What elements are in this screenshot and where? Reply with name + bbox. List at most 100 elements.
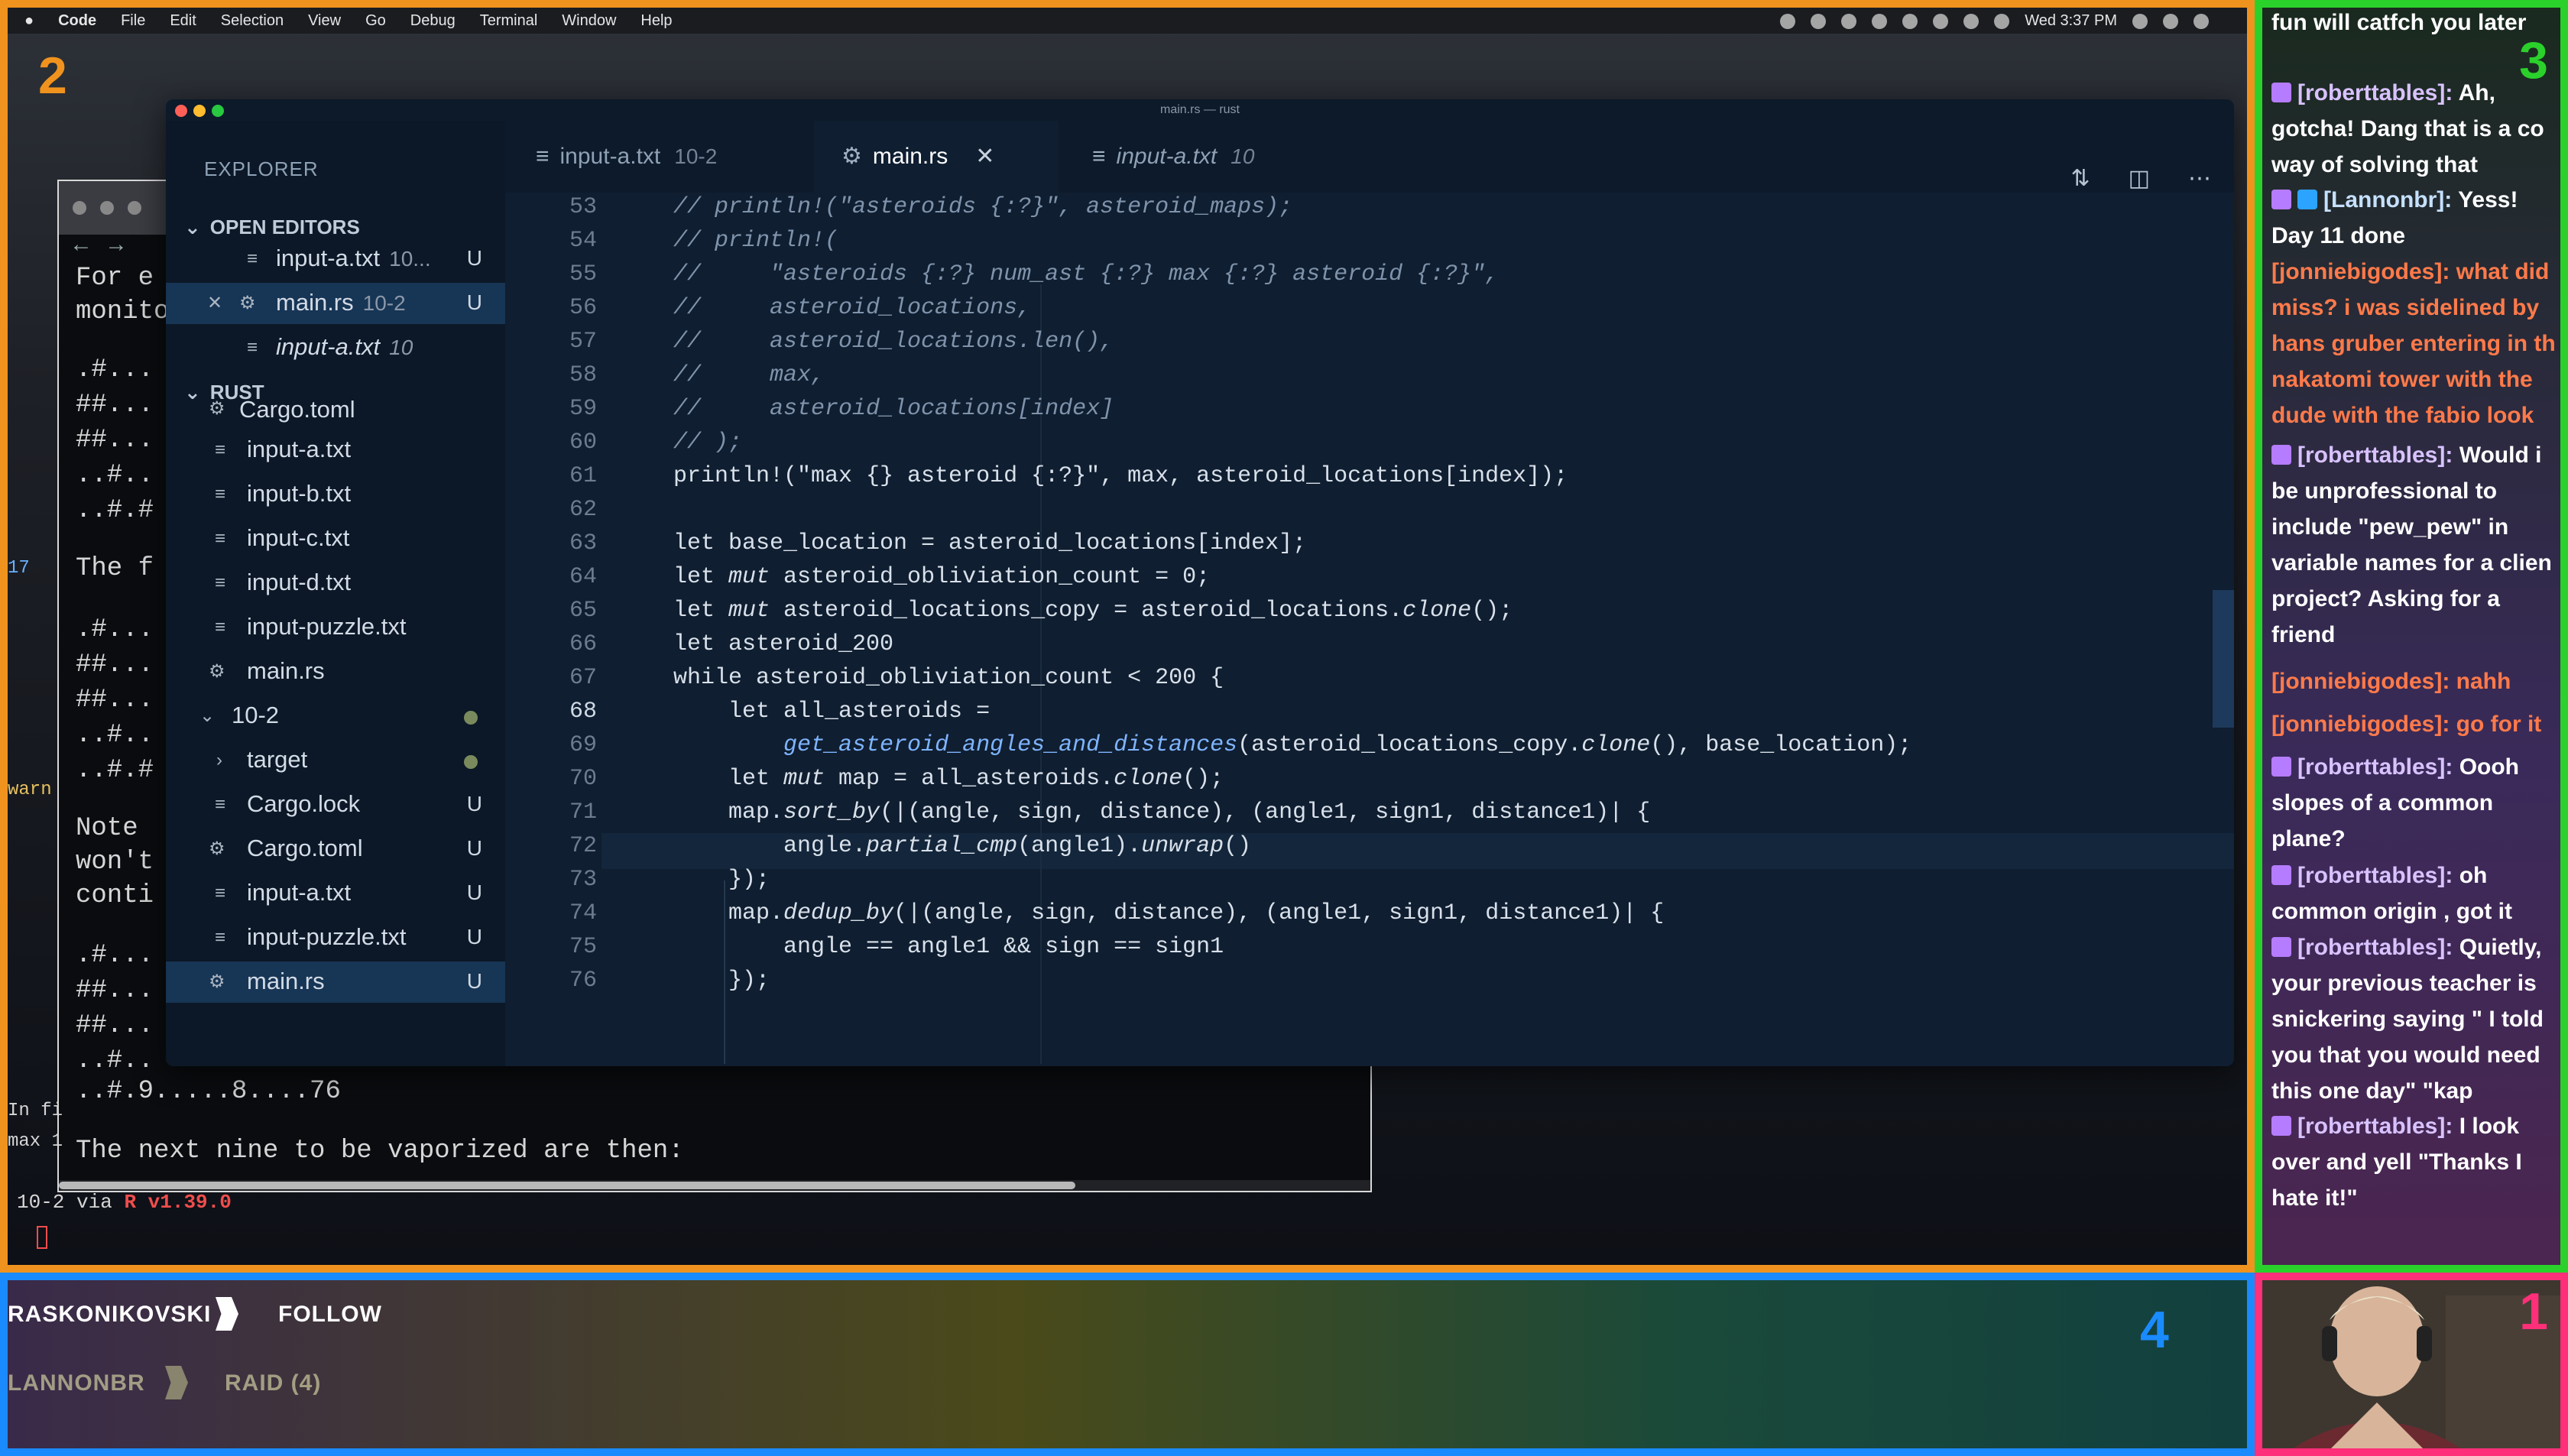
menu-selection[interactable]: Selection — [221, 12, 284, 30]
scroll-thumb[interactable] — [59, 1182, 1075, 1189]
minimize-dot-icon[interactable] — [100, 201, 114, 215]
git-status: U — [466, 925, 482, 949]
tree-folder[interactable]: › target — [166, 740, 505, 781]
chat-user[interactable]: [roberttables]: — [2297, 935, 2453, 960]
terminal-line: .#... — [76, 355, 154, 384]
tab-input-a-10-2[interactable]: ≡ input-a.txt 10-2 — [505, 121, 811, 193]
code-editor[interactable]: 53 54 55 56 57 58 59 60 61 62 63 64 65 6… — [505, 193, 2234, 1066]
terminal-line: ..#.# — [76, 496, 154, 525]
open-editors-header[interactable]: ⌄ OPEN EDITORS — [184, 216, 360, 239]
close-dot-icon[interactable] — [175, 105, 187, 117]
code-line: println!("max {} asteroid {:?}", max, as… — [673, 463, 1568, 489]
explorer-title: EXPLORER — [204, 157, 319, 180]
tab-label: input-a.txt — [1116, 144, 1218, 169]
terminal-scrollbar[interactable] — [59, 1180, 1370, 1191]
open-editor-item[interactable]: ≡ input-a.txt 10... U — [166, 238, 505, 280]
chat-user[interactable]: [jonniebigodes]: — [2271, 712, 2450, 737]
forward-arrow-icon[interactable]: → — [105, 232, 128, 258]
menu-file[interactable]: File — [121, 12, 145, 30]
tree-item[interactable]: ≡ input-puzzle.txt U — [166, 917, 505, 958]
gear-icon: ⚙ — [209, 838, 225, 859]
split-editor-icon[interactable]: ◫ — [2129, 165, 2150, 192]
tree-item[interactable]: ≡ input-a.txt — [166, 430, 505, 471]
tray-icon[interactable] — [1780, 13, 1796, 29]
chat-user[interactable]: [roberttables]: — [2297, 443, 2453, 468]
tree-item[interactable]: ≡ input-puzzle.txt — [166, 607, 505, 648]
code-token: let — [673, 564, 729, 590]
chat-user[interactable]: [Lannonbr]: — [2323, 187, 2452, 212]
more-actions-icon[interactable]: ⋯ — [2188, 165, 2211, 192]
terminal-line: ##... — [76, 426, 154, 455]
control-center-icon[interactable] — [2194, 13, 2209, 29]
tree-item[interactable]: ⚙ main.rs U — [166, 961, 505, 1003]
line-number: 54 — [569, 228, 597, 254]
open-editor-item[interactable]: ≡ input-a.txt 10 — [166, 327, 505, 368]
file-name: input-c.txt — [247, 524, 350, 551]
menu-go[interactable]: Go — [365, 12, 386, 30]
tree-item[interactable]: ≡ Cargo.lock U — [166, 784, 505, 825]
chat-user[interactable]: [roberttables]: — [2297, 754, 2453, 780]
tree-item[interactable]: ⚙ Cargo.toml U — [166, 829, 505, 870]
close-dot-icon[interactable] — [73, 201, 86, 215]
tree-item[interactable]: ≡ input-a.txt U — [166, 873, 505, 914]
line-number: 57 — [569, 329, 597, 355]
menubar-clock[interactable]: Wed 3:37 PM — [2025, 12, 2117, 30]
tree-item[interactable]: ≡ input-b.txt — [166, 474, 505, 515]
chat-message: [jonniebigodes]: what did miss? i was si… — [2271, 254, 2560, 433]
sub-badge-icon — [2271, 937, 2291, 957]
file-name: input-d.txt — [247, 569, 352, 595]
rust-file-icon: ⚙ — [239, 293, 256, 313]
menu-debug[interactable]: Debug — [410, 12, 456, 30]
tray-icon[interactable] — [1933, 13, 1949, 29]
siri-icon[interactable] — [2163, 13, 2178, 29]
chat-user[interactable]: [roberttables]: — [2297, 863, 2453, 888]
menu-edit[interactable]: Edit — [170, 12, 196, 30]
tree-item[interactable]: ≡ input-d.txt — [166, 563, 505, 604]
tree-item[interactable]: ⚙ Cargo.toml — [166, 397, 505, 428]
follow-label: FOLLOW — [278, 1302, 382, 1327]
chat-user[interactable]: [roberttables]: — [2297, 80, 2453, 105]
zoom-dot-icon[interactable] — [128, 201, 141, 215]
search-icon[interactable] — [2132, 13, 2148, 29]
tab-input-a-10[interactable]: ≡ input-a.txt 10 — [1062, 121, 1314, 193]
app-menu[interactable]: Code — [58, 12, 96, 30]
code-token: mut — [783, 766, 825, 792]
tree-item[interactable]: ⚙ main.rs — [166, 651, 505, 692]
apple-menu-icon[interactable]: ● — [24, 12, 34, 30]
tree-folder[interactable]: ⌄ 10-2 — [166, 696, 505, 737]
wifi-icon[interactable] — [1963, 13, 1979, 29]
chat-user[interactable]: [jonniebigodes]: — [2271, 259, 2450, 284]
tree-item[interactable]: ≡ input-c.txt — [166, 518, 505, 559]
text-file-icon: ≡ — [247, 337, 258, 358]
vscode-window[interactable]: main.rs — rust EXPLORER ⌄ OPEN EDITORS ≡ … — [166, 99, 2234, 1066]
tray-icon[interactable] — [1902, 13, 1918, 29]
close-icon[interactable]: ✕ — [207, 293, 225, 313]
menu-help[interactable]: Help — [640, 12, 672, 30]
minimize-dot-icon[interactable] — [193, 105, 206, 117]
close-icon[interactable]: ✕ — [975, 144, 994, 169]
menu-view[interactable]: View — [308, 12, 341, 30]
code-token: get_asteroid_angles_and_distances — [783, 732, 1238, 758]
menu-terminal[interactable]: Terminal — [480, 12, 538, 30]
zoom-dot-icon[interactable] — [212, 105, 224, 117]
editor-scrollbar[interactable] — [2213, 590, 2234, 728]
chat-user[interactable]: [jonniebigodes]: — [2271, 669, 2450, 694]
file-name: input-a.txt — [247, 879, 352, 906]
back-arrow-icon[interactable]: ← — [70, 232, 92, 258]
shell-prompt[interactable]: 10-2 via R v1.39.0 — [17, 1191, 232, 1214]
code-token: clone — [1402, 598, 1472, 624]
line-number: 60 — [569, 430, 597, 456]
tray-icon[interactable] — [1841, 13, 1857, 29]
volume-icon[interactable] — [1994, 13, 2010, 29]
chat-user[interactable]: [roberttables]: — [2297, 1114, 2453, 1139]
terminal-line: ..#.. — [76, 1046, 154, 1075]
tray-icon[interactable] — [1811, 13, 1827, 29]
tab-main-rs[interactable]: ⚙ main.rs ✕ — [814, 121, 1059, 193]
open-editor-item[interactable]: ✕ ⚙ main.rs 10-2 U — [166, 283, 505, 324]
folder-name: 10-2 — [232, 702, 280, 728]
chat-message: [jonniebigodes]: nahh — [2271, 663, 2560, 699]
compare-changes-icon[interactable]: ⇅ — [2071, 165, 2090, 192]
tray-icon[interactable] — [1872, 13, 1888, 29]
menu-window[interactable]: Window — [562, 12, 616, 30]
